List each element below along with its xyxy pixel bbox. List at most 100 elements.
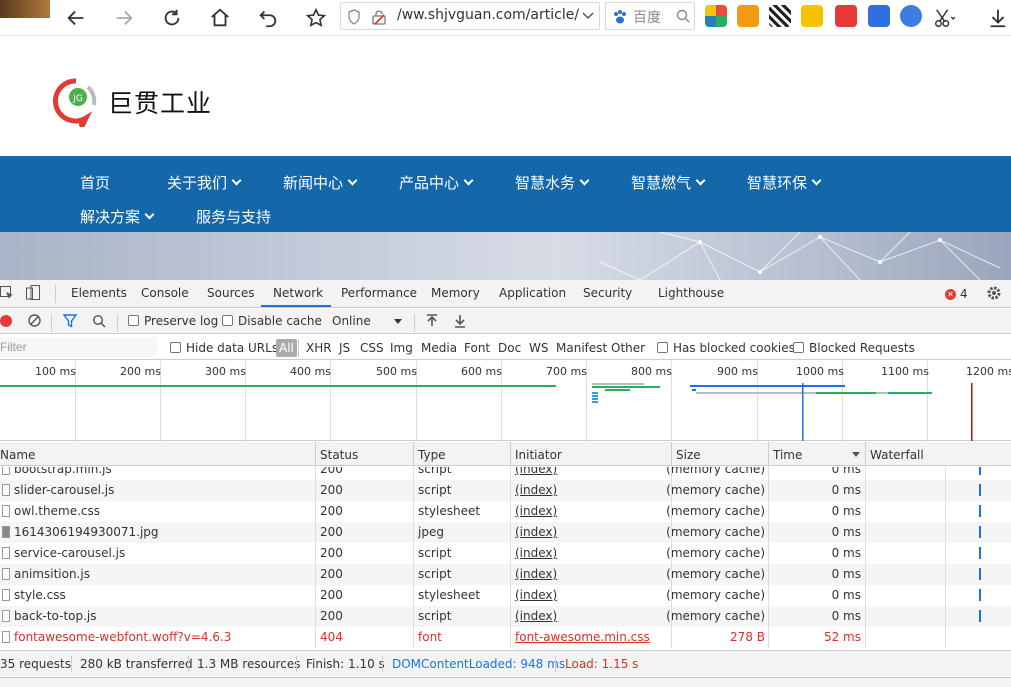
- nav-smart-water[interactable]: 智慧水务: [515, 172, 590, 193]
- downloads-button[interactable]: [984, 4, 1011, 32]
- request-initiator[interactable]: (index): [515, 609, 557, 623]
- home-button[interactable]: [206, 4, 234, 32]
- column-header-initiator[interactable]: Initiator: [515, 448, 562, 462]
- tab-lighthouse[interactable]: Lighthouse: [658, 286, 724, 300]
- tab-console[interactable]: Console: [141, 286, 189, 300]
- error-count-badge[interactable]: ✕ 4: [945, 287, 968, 301]
- coupon-icon[interactable]: [801, 5, 823, 27]
- filter-type-manifest[interactable]: Manifest: [556, 341, 607, 355]
- throttling-select[interactable]: Online: [332, 314, 371, 328]
- table-row[interactable]: fontawesome-webfont.woff?v=4.6.3 404 font f…: [0, 627, 1011, 648]
- filter-type-img[interactable]: Img: [390, 341, 413, 355]
- record-button[interactable]: [0, 315, 12, 327]
- tab-network[interactable]: Network: [273, 286, 323, 300]
- export-har-icon[interactable]: [454, 314, 466, 328]
- tab-application[interactable]: Application: [499, 286, 566, 300]
- back-button[interactable]: [62, 4, 90, 32]
- company-logo-icon[interactable]: JG: [48, 77, 104, 127]
- chevron-down-icon[interactable]: [581, 9, 595, 23]
- column-divider[interactable]: [768, 442, 769, 466]
- bookmark-button[interactable]: [302, 4, 330, 32]
- qr-code-icon[interactable]: [769, 5, 791, 27]
- tab-memory[interactable]: Memory: [431, 286, 480, 300]
- undo-button[interactable]: [254, 4, 282, 32]
- column-header-status[interactable]: Status: [320, 448, 358, 462]
- table-row[interactable]: style.css 200 stylesheet (index) (memory cac…: [0, 585, 1011, 606]
- screenshot-button[interactable]: [930, 4, 958, 32]
- forward-button[interactable]: [110, 4, 138, 32]
- chart-extension-icon[interactable]: [868, 5, 890, 27]
- console-drawer[interactable]: [0, 677, 1011, 687]
- column-header-time[interactable]: Time: [773, 448, 802, 462]
- tab-security[interactable]: Security: [583, 286, 632, 300]
- request-initiator[interactable]: (index): [515, 546, 557, 560]
- nav-products[interactable]: 产品中心: [399, 172, 474, 193]
- preserve-log-checkbox[interactable]: Preserve log: [128, 314, 218, 328]
- filter-type-ws[interactable]: WS: [529, 341, 548, 355]
- nav-solutions[interactable]: 解决方案: [80, 206, 155, 227]
- nav-home[interactable]: 首页: [80, 172, 110, 193]
- table-row[interactable]: owl.theme.css 200 stylesheet (index) (memory…: [0, 501, 1011, 522]
- table-row[interactable]: 1614306194930071.jpg 200 jpeg (index) (memor…: [0, 522, 1011, 543]
- column-header-size[interactable]: Size: [676, 448, 701, 462]
- checkbox-box[interactable]: [170, 342, 181, 353]
- nav-service-support[interactable]: 服务与支持: [196, 206, 271, 227]
- table-row[interactable]: bootstrap.min.js 200 script (index) (memory …: [0, 467, 1011, 480]
- translate-icon[interactable]: [900, 5, 922, 27]
- has-blocked-cookies-checkbox[interactable]: Has blocked cookies: [657, 341, 795, 355]
- nav-news[interactable]: 新闻中心: [283, 172, 358, 193]
- video-icon[interactable]: [835, 5, 857, 27]
- search-icon[interactable]: [676, 9, 690, 23]
- filter-type-css[interactable]: CSS: [360, 341, 384, 355]
- reload-button[interactable]: [158, 4, 186, 32]
- hide-data-urls-checkbox[interactable]: Hide data URLs: [170, 341, 278, 355]
- filter-type-all[interactable]: All: [276, 339, 297, 357]
- profile-avatar[interactable]: [0, 0, 50, 18]
- column-divider[interactable]: [865, 442, 866, 466]
- column-divider[interactable]: [671, 442, 672, 466]
- column-header-waterfall[interactable]: Waterfall: [870, 448, 924, 462]
- request-initiator[interactable]: font-awesome.min.css: [515, 630, 650, 644]
- tab-sources[interactable]: Sources: [207, 286, 254, 300]
- request-initiator[interactable]: (index): [515, 567, 557, 581]
- disable-cache-checkbox[interactable]: Disable cache: [222, 314, 322, 328]
- network-overview-timeline[interactable]: 100 ms 200 ms 300 ms 400 ms 500 ms 600 m…: [0, 361, 1011, 441]
- search-icon[interactable]: [92, 314, 106, 328]
- table-row[interactable]: service-carousel.js 200 script (index) (memo…: [0, 543, 1011, 564]
- gift-icon[interactable]: [737, 5, 759, 27]
- filter-type-font[interactable]: Font: [464, 341, 490, 355]
- nav-about[interactable]: 关于我们: [167, 172, 242, 193]
- dropdown-arrow-icon[interactable]: [394, 319, 402, 324]
- column-divider[interactable]: [510, 442, 511, 466]
- request-initiator[interactable]: (index): [515, 588, 557, 602]
- table-row[interactable]: animsition.js 200 script (index) (memory cac…: [0, 564, 1011, 585]
- blocked-requests-checkbox[interactable]: Blocked Requests: [793, 341, 915, 355]
- gear-icon[interactable]: [986, 285, 1002, 301]
- nav-smart-environment[interactable]: 智慧环保: [747, 172, 822, 193]
- request-initiator[interactable]: (index): [515, 483, 557, 497]
- filter-input[interactable]: [0, 337, 157, 357]
- clear-icon[interactable]: [28, 314, 41, 327]
- checkbox-box[interactable]: [793, 342, 804, 353]
- address-bar[interactable]: /ww.shjvguan.com/article/: [340, 2, 600, 30]
- table-row[interactable]: slider-carousel.js 200 script (index) (memor…: [0, 480, 1011, 501]
- column-divider[interactable]: [315, 442, 316, 466]
- column-header-name[interactable]: Name: [0, 448, 35, 462]
- search-box[interactable]: 百度: [605, 2, 695, 30]
- filter-type-media[interactable]: Media: [421, 341, 457, 355]
- tab-elements[interactable]: Elements: [71, 286, 127, 300]
- nav-smart-gas[interactable]: 智慧燃气: [631, 172, 706, 193]
- filter-type-other[interactable]: Other: [611, 341, 645, 355]
- filter-type-doc[interactable]: Doc: [498, 341, 521, 355]
- request-initiator[interactable]: (index): [515, 467, 557, 476]
- checkbox-box[interactable]: [222, 315, 233, 326]
- windows-apps-icon[interactable]: [705, 5, 727, 27]
- device-toolbar-icon[interactable]: [26, 285, 40, 301]
- checkbox-box[interactable]: [128, 315, 139, 326]
- request-initiator[interactable]: (index): [515, 525, 557, 539]
- import-har-icon[interactable]: [426, 314, 438, 328]
- filter-icon[interactable]: [63, 314, 77, 328]
- table-row[interactable]: back-to-top.js 200 script (index) (memory ca…: [0, 606, 1011, 627]
- request-initiator[interactable]: (index): [515, 504, 557, 518]
- logo-text[interactable]: 巨贯工业: [108, 84, 212, 120]
